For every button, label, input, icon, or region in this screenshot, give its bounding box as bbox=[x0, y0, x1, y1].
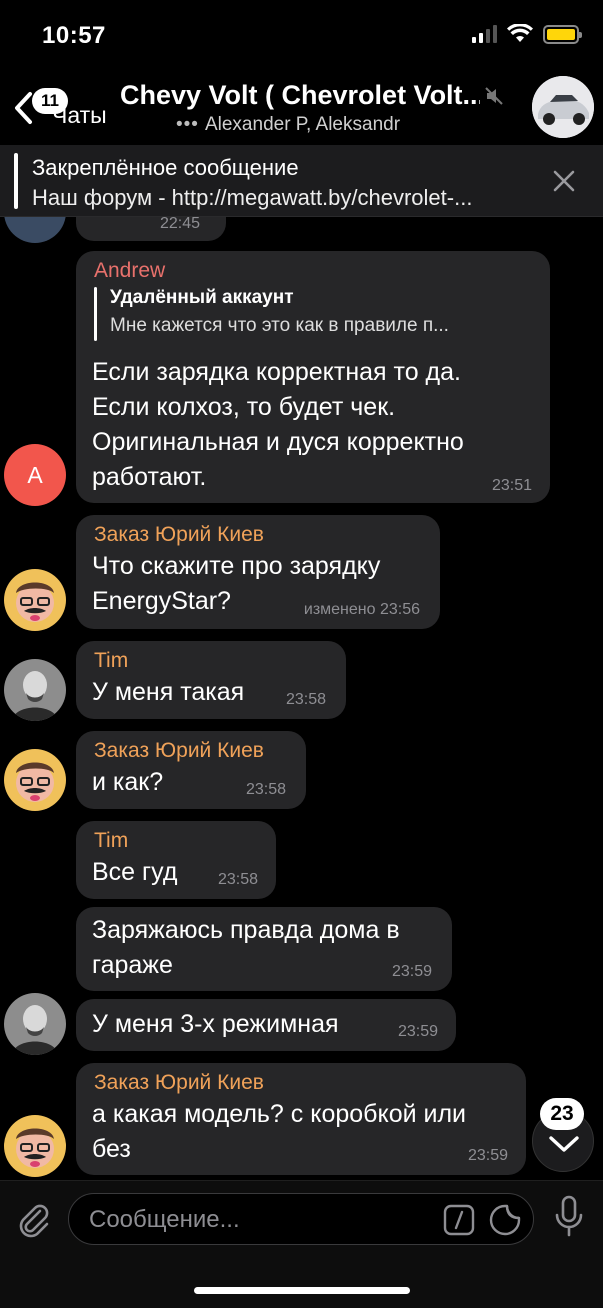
message-time: 23:59 bbox=[397, 1023, 438, 1040]
wifi-icon bbox=[507, 24, 533, 42]
message-text-line: Оригинальная и дуся корректно bbox=[92, 428, 464, 456]
message-text-line: а какая модель? с коробкой или bbox=[92, 1100, 467, 1128]
message-time: изменено 23:56 bbox=[303, 601, 420, 618]
pinned-text: Наш форум - http://megawatt.by/chevrolet… bbox=[32, 185, 473, 210]
message-text-line: У меня 3-х режимная bbox=[92, 1010, 339, 1038]
message-text-line: EnergyStar? bbox=[92, 587, 231, 615]
avatar-yuriy[interactable] bbox=[4, 749, 66, 811]
sender-name[interactable]: Заказ Юрий Киев bbox=[94, 1071, 264, 1095]
composer-bar bbox=[0, 1180, 603, 1308]
avatar-tim-image bbox=[4, 659, 66, 721]
message-text-line: без bbox=[92, 1135, 131, 1163]
close-icon[interactable] bbox=[552, 169, 576, 193]
chat-title[interactable]: Chevy Volt ( Chevrolet Volt... bbox=[120, 80, 480, 111]
message-text-line: У меня такая bbox=[92, 678, 245, 706]
message-bubble-partial[interactable]: 22:45 bbox=[76, 217, 226, 241]
status-icons bbox=[472, 24, 582, 44]
back-label: Чаты bbox=[52, 102, 107, 128]
message-time: 22:45 bbox=[160, 217, 201, 232]
sender-name[interactable]: Заказ Юрий Киев bbox=[94, 739, 264, 763]
message-bubble[interactable]: Заказ Юрий Киев Что скажите про зарядку … bbox=[76, 515, 440, 629]
message-bubble[interactable]: Andrew Удалённый аккаунт Мне кажется что… bbox=[76, 251, 550, 503]
reply-author: Удалённый аккаунт bbox=[110, 287, 294, 308]
battery-icon bbox=[543, 24, 582, 44]
message-text-line: Заряжаюсь правда дома в bbox=[92, 916, 400, 944]
message-bubble[interactable]: У меня 3-х режимная 23:59 bbox=[76, 999, 456, 1051]
avatar-andrew[interactable]: A bbox=[4, 444, 66, 506]
message-text-line: Если колхоз, то будет чек. bbox=[92, 393, 396, 421]
avatar-yuriy-image bbox=[4, 1115, 66, 1177]
message-time: 23:58 bbox=[217, 871, 258, 888]
pinned-title: Закреплённое сообщение bbox=[32, 155, 299, 180]
avatar-partial bbox=[4, 217, 66, 243]
message-text-line: гараже bbox=[92, 951, 173, 979]
message-bubble[interactable]: Заказ Юрий Киев и как? 23:58 bbox=[76, 731, 306, 809]
avatar-yuriy-image bbox=[4, 569, 66, 631]
message-text-line: Если зарядка корректная то да. bbox=[92, 358, 461, 386]
chevron-left-icon bbox=[15, 92, 32, 124]
paperclip-icon[interactable] bbox=[14, 1199, 54, 1239]
message-time: 23:58 bbox=[285, 691, 326, 708]
chat-avatar[interactable] bbox=[532, 76, 594, 138]
unread-count-badge: 23 bbox=[540, 1098, 584, 1130]
sender-name[interactable]: Tim bbox=[94, 649, 128, 673]
message-bubble[interactable]: Заказ Юрий Киев а какая модель? с коробк… bbox=[76, 1063, 526, 1175]
message-time: 23:51 bbox=[491, 477, 532, 494]
signal-icon bbox=[472, 25, 497, 43]
avatar-tim-image bbox=[4, 993, 66, 1055]
avatar-tim[interactable] bbox=[4, 659, 66, 721]
sticker-icon[interactable] bbox=[489, 1204, 521, 1236]
message-time: 23:59 bbox=[467, 1147, 508, 1164]
message-time: 23:58 bbox=[245, 781, 286, 798]
avatar-yuriy[interactable] bbox=[4, 569, 66, 631]
typing-dots: ••• bbox=[176, 114, 199, 135]
back-button[interactable]: 11 Чаты bbox=[8, 82, 118, 132]
message-time: 23:59 bbox=[391, 963, 432, 980]
chat-members: Alexander P, Aleksandr bbox=[204, 114, 401, 135]
reply-quote[interactable]: Удалённый аккаунт Мне кажется что это ка… bbox=[94, 287, 534, 341]
message-bubble[interactable]: Tim У меня такая 23:58 bbox=[76, 641, 346, 719]
message-input[interactable] bbox=[89, 1204, 429, 1236]
status-bar: 10:57 bbox=[0, 0, 603, 70]
home-indicator[interactable] bbox=[194, 1287, 410, 1294]
message-text-line: и как? bbox=[92, 768, 164, 796]
pinned-message[interactable]: Закреплённое сообщение Наш форум - http:… bbox=[0, 145, 603, 217]
message-text-line: работают. bbox=[92, 463, 207, 491]
message-field[interactable] bbox=[68, 1193, 534, 1245]
sender-name[interactable]: Tim bbox=[94, 829, 128, 853]
message-text-line: Все гуд bbox=[92, 858, 178, 886]
status-time: 10:57 bbox=[42, 22, 106, 49]
sender-name[interactable]: Заказ Юрий Киев bbox=[94, 523, 264, 547]
chat-header: 11 Чаты Chevy Volt ( Chevrolet Volt... •… bbox=[0, 70, 603, 145]
mute-icon bbox=[485, 87, 503, 105]
avatar-tim[interactable] bbox=[4, 993, 66, 1055]
car-image bbox=[532, 76, 594, 138]
chat-subtitle: ••• Alexander P, Aleksandr bbox=[176, 114, 400, 136]
message-text-line: Что скажите про зарядку bbox=[92, 552, 381, 580]
message-bubble[interactable]: Tim Все гуд 23:58 bbox=[76, 821, 276, 899]
microphone-icon[interactable] bbox=[552, 1195, 586, 1239]
message-list[interactable]: 22:45 Andrew Удалённый аккаунт Мне кажет… bbox=[0, 217, 603, 1180]
avatar-letter: A bbox=[27, 462, 43, 488]
pinned-indicator bbox=[14, 153, 18, 209]
avatar-yuriy[interactable] bbox=[4, 1115, 66, 1177]
sender-name[interactable]: Andrew bbox=[94, 259, 165, 283]
reply-text: Мне кажется что это как в правиле п... bbox=[110, 315, 449, 336]
bot-command-icon[interactable] bbox=[443, 1204, 475, 1236]
message-bubble[interactable]: Заряжаюсь правда дома в гараже 23:59 bbox=[76, 907, 452, 991]
avatar-yuriy-image bbox=[4, 749, 66, 811]
